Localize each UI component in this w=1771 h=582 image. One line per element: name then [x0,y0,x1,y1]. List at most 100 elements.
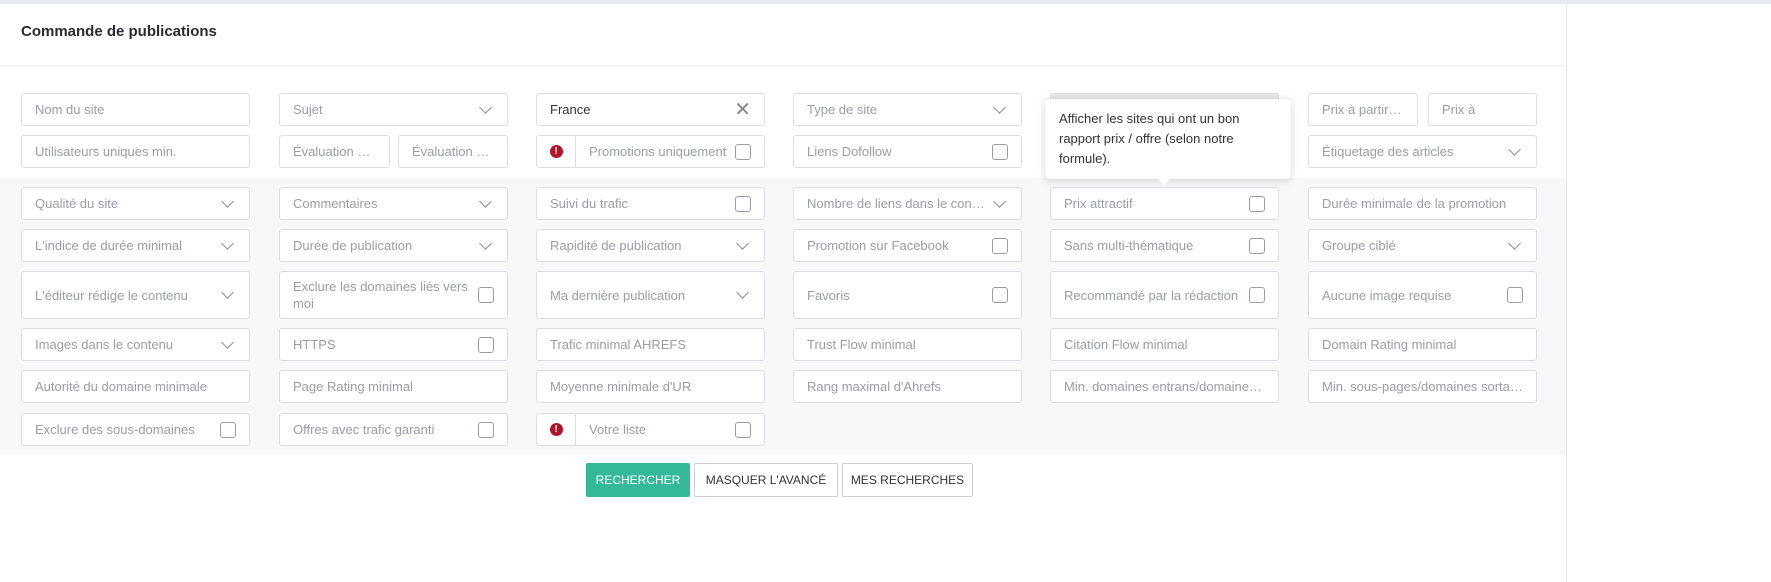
promo-badge-icon: ! [536,413,576,446]
checkbox[interactable] [1249,237,1265,254]
checkbox[interactable] [735,195,751,212]
checkbox[interactable] [992,237,1008,254]
field-label: Durée de publication [293,238,413,253]
promotions-uniquement-filter[interactable]: ! Promotions uniquement [536,135,765,168]
evaluation-mini-input[interactable]: Évaluation mini [279,135,390,168]
search-button[interactable]: RECHERCHER [586,463,690,497]
l-editeur-redige-le-contenu-select[interactable]: L'éditeur rédige le contenu [21,271,250,319]
field-label: Type de site [807,102,878,117]
checkbox[interactable] [478,421,494,438]
https-checkbox-field[interactable]: HTTPS [279,328,508,361]
rang-maximal-d-ahrefs-input[interactable]: Rang maximal d'Ahrefs [793,370,1022,403]
chevron-down-icon[interactable] [1508,236,1521,250]
checkbox[interactable] [1249,195,1265,212]
offres-avec-trafic-garanti-checkbox-field[interactable]: Offres avec trafic garanti [279,413,508,446]
votre-liste-filter[interactable]: ! Votre liste [536,413,765,446]
page-rating-minimal-input[interactable]: Page Rating minimal [279,370,508,403]
autorite-du-domaine-minimale-input[interactable]: Autorité du domaine minimale [21,370,250,403]
my-searches-button[interactable]: MES RECHERCHES [842,463,973,497]
exclure-les-domaines-lies-vers-moi-checkbox-field[interactable]: Exclure les domaines liés vers moi [279,271,508,319]
chevron-down-icon[interactable] [1508,142,1521,156]
france-select[interactable]: France ✕ [536,93,765,126]
field-placeholder: Évaluation visuelle [412,144,494,159]
utilisateurs-uniques-min-input[interactable]: Utilisateurs uniques min. [21,135,250,168]
alert-badge-icon: ! [549,423,563,436]
aucune-image-requise-checkbox-field[interactable]: Aucune image requise [1308,271,1537,319]
citation-flow-minimal-input[interactable]: Citation Flow minimal [1050,328,1279,361]
checkbox[interactable] [1507,287,1523,303]
prix-attractif-checkbox-field[interactable]: Prix attractif [1050,187,1279,220]
nom-du-site-input[interactable]: Nom du site [21,93,250,126]
checkbox[interactable] [735,143,751,160]
field-label: Rang maximal d'Ahrefs [807,379,941,394]
chevron-down-icon[interactable] [736,236,749,250]
min-sous-pages-domaines-sortants-input[interactable]: Min. sous-pages/domaines sortants [1308,370,1537,403]
chevron-down-icon[interactable] [221,335,234,349]
chevron-down-icon[interactable] [221,286,234,299]
checkbox[interactable] [992,287,1008,303]
evaluation-visuelle-input[interactable]: Évaluation visuelle [398,135,508,168]
chevron-down-icon[interactable] [479,236,492,250]
favoris-checkbox-field[interactable]: Favoris [793,271,1022,319]
field-placeholder: Prix à [1442,102,1476,117]
groupe-cible-select[interactable]: Groupe ciblé [1308,229,1537,262]
min-domaines-entrans-domaines-sortants-input[interactable]: Min. domaines entrans/domaines sortants [1050,370,1279,403]
chevron-down-icon[interactable] [736,286,749,299]
checkbox[interactable] [220,421,236,438]
field-label: HTTPS [293,337,336,352]
chevron-down-icon[interactable] [479,194,492,208]
rapidite-de-publication-select[interactable]: Rapidité de publication [536,229,765,262]
prix-a-input[interactable]: Prix à [1428,93,1537,126]
sujet-select[interactable]: Sujet [279,93,508,126]
etiquetage-des-articles-select[interactable]: Étiquetage des articles [1308,135,1537,168]
prix-a-partir-de-input[interactable]: Prix à partir de [1308,93,1418,126]
field-label: Qualité du site [35,196,119,211]
checkbox[interactable] [478,287,494,303]
chevron-down-icon[interactable] [993,100,1006,114]
clear-icon[interactable]: ✕ [734,97,751,122]
field-label: Promotions uniquement [589,144,727,159]
field-label: Sujet [293,102,323,117]
qualite-du-site-select[interactable]: Qualité du site [21,187,250,220]
duree-de-publication-select[interactable]: Durée de publication [279,229,508,262]
checkbox[interactable] [478,336,494,353]
votre-liste-field[interactable]: Votre liste [576,413,765,446]
chevron-down-icon[interactable] [479,100,492,114]
exclure-des-sous-domaines-checkbox-field[interactable]: Exclure des sous-domaines [21,413,250,446]
commentaires-select[interactable]: Commentaires [279,187,508,220]
field-label: Utilisateurs uniques min. [35,144,177,159]
recommande-par-la-redaction-checkbox-field[interactable]: Recommandé par la rédaction [1050,271,1279,319]
chevron-down-icon[interactable] [221,194,234,208]
field-label: Aucune image requise [1322,287,1452,303]
images-dans-le-contenu-select[interactable]: Images dans le contenu [21,328,250,361]
trust-flow-minimal-input[interactable]: Trust Flow minimal [793,328,1022,361]
field-label: L'indice de durée minimal [35,238,183,253]
chevron-down-icon[interactable] [221,236,234,250]
field-label: Nom du site [35,102,105,117]
promotions-uniquement-field[interactable]: Promotions uniquement [576,135,765,168]
field-label: Min. domaines entrans/domaines sortants [1064,379,1265,394]
type-de-site-select[interactable]: Type de site [793,93,1022,126]
checkbox[interactable] [992,143,1008,160]
trafic-minimal-ahrefs-input[interactable]: Trafic minimal AHREFS [536,328,765,361]
field-placeholder: Prix à partir de [1322,102,1404,117]
checkbox[interactable] [735,421,751,438]
promotion-sur-facebook-checkbox-field[interactable]: Promotion sur Facebook [793,229,1022,262]
domain-rating-minimal-input[interactable]: Domain Rating minimal [1308,328,1537,361]
top-border [0,0,1771,4]
liens-dofollow-checkbox-field[interactable]: Liens Dofollow [793,135,1022,168]
suivi-du-trafic-checkbox-field[interactable]: Suivi du trafic [536,187,765,220]
nombre-de-liens-dans-le-contenu-select[interactable]: Nombre de liens dans le contenu [793,187,1022,220]
moyenne-minimale-d-ur-input[interactable]: Moyenne minimale d'UR [536,370,765,403]
checkbox[interactable] [1249,287,1265,303]
duree-minimale-de-la-promotion-input[interactable]: Durée minimale de la promotion [1308,187,1537,220]
ma-derniere-publication-select[interactable]: Ma dernière publication [536,271,765,319]
field-label: Page Rating minimal [293,379,413,394]
sans-multi-thematique-checkbox-field[interactable]: Sans multi-thématique [1050,229,1279,262]
l-indice-de-duree-minimal-select[interactable]: L'indice de durée minimal [21,229,250,262]
field-label: Exclure les domaines liés vers moi [293,279,468,311]
hide-advanced-button[interactable]: MASQUER L'AVANCÉ [694,463,838,497]
field-label: Exclure des sous-domaines [35,422,195,437]
field-label: Liens Dofollow [807,144,892,159]
chevron-down-icon[interactable] [993,194,1006,208]
